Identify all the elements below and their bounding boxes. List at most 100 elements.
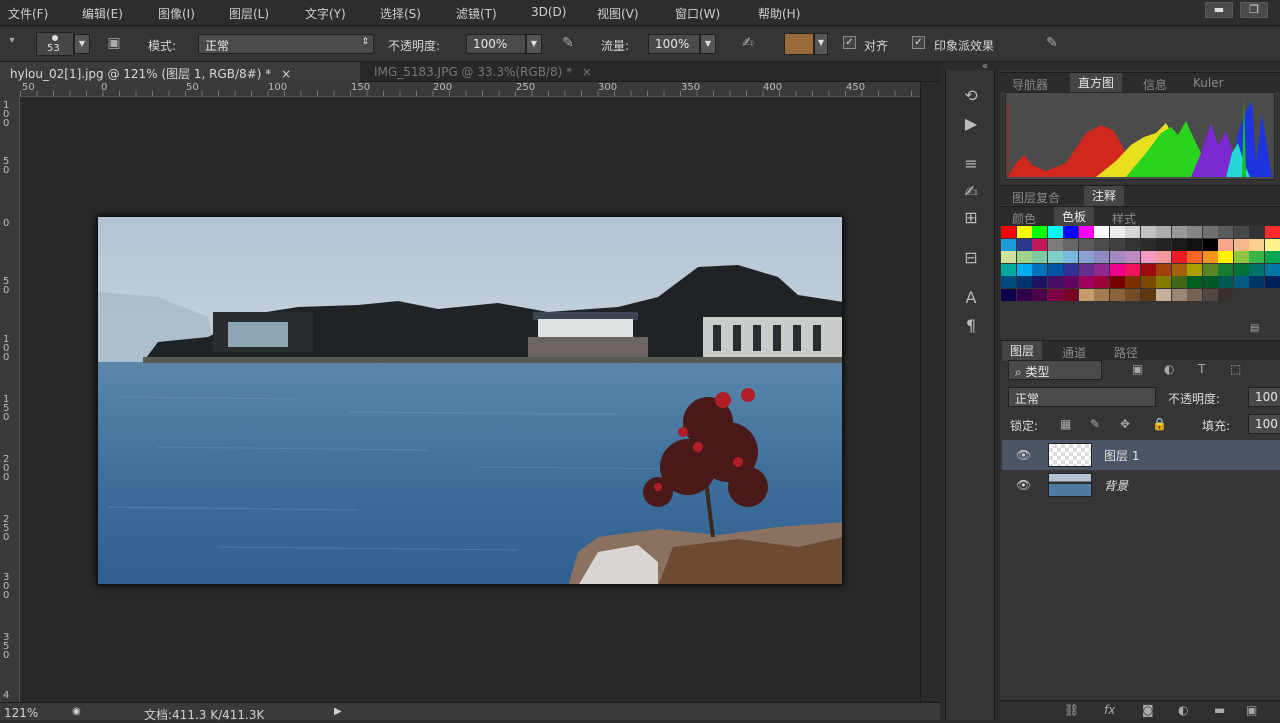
swatch-cell[interactable] [1202,226,1218,238]
swatch-cell[interactable] [1140,251,1156,263]
flow-dropdown-arrow-icon[interactable]: ▼ [700,34,716,54]
brush-preset-picker[interactable]: 53 [36,32,74,56]
tab-swatches[interactable]: 色板 [1054,207,1095,227]
minimize-button[interactable]: ▬ [1205,2,1233,18]
share-icon[interactable]: ◉ [72,706,81,717]
fill-input[interactable]: 100 [1248,414,1280,434]
tab-info[interactable]: 信息 [1143,76,1167,93]
swatch-cell[interactable] [1094,263,1109,276]
swatch-cell[interactable] [1171,251,1187,263]
swatch-cell[interactable] [1264,263,1280,276]
swatch-cell[interactable] [1016,226,1032,238]
tab-layers[interactable]: 图层 [1002,341,1043,361]
tab-channels[interactable]: 通道 [1062,344,1086,361]
swatch-cell[interactable] [1156,251,1171,263]
paragraph-icon[interactable]: ¶ [958,316,984,338]
swatches-grid[interactable] [1000,225,1280,309]
document-image[interactable] [97,216,843,585]
swatch-cell[interactable] [1047,226,1063,238]
tab-histogram[interactable]: 直方图 [1070,73,1123,93]
pressure-opacity-icon[interactable]: ✎ [558,35,578,53]
swatch-cell[interactable] [1171,226,1187,238]
swatch-cell[interactable] [1032,251,1047,263]
swatch-cell[interactable] [1109,251,1125,263]
swatch-cell[interactable] [1016,263,1032,276]
swatch-cell[interactable] [1125,288,1140,301]
add-mask-icon[interactable]: ◙ [1142,703,1154,717]
swatch-cell[interactable] [1078,251,1094,263]
swatch-cell[interactable] [1187,238,1202,251]
collapse-panels-icon[interactable]: « [982,61,988,72]
menu-help[interactable]: 帮助(H) [758,5,800,22]
swatch-cell[interactable] [1140,226,1156,238]
panel-menu-icon[interactable]: ▤ [1250,323,1259,334]
swatch-cell[interactable] [1063,238,1078,251]
swatch-cell[interactable] [1063,263,1078,276]
swatch-cell[interactable] [1063,251,1078,263]
swatch-cell[interactable] [1001,276,1016,288]
swatch-cell[interactable] [1125,238,1140,251]
menu-view[interactable]: 视图(V) [597,5,639,22]
lock-pixels-icon[interactable]: ✎ [1090,417,1100,431]
swatch-cell[interactable] [1063,226,1078,238]
swatch-cell[interactable] [1264,238,1280,251]
swatch-cell[interactable] [1078,238,1094,251]
tab-navigator[interactable]: 导航器 [1012,76,1048,93]
swatch-cell[interactable] [1202,276,1218,288]
status-menu-arrow-icon[interactable]: ▶ [334,706,342,717]
flow-input[interactable]: 100% [648,34,700,54]
swatch-cell[interactable] [1001,251,1016,263]
swatch-cell[interactable] [1047,251,1063,263]
restore-button[interactable]: ❐ [1240,2,1268,18]
swatch-cell[interactable] [1032,238,1047,251]
swatch-cell[interactable] [1016,238,1032,251]
swatch-cell[interactable] [1156,276,1171,288]
eye-icon[interactable]: 👁 [1016,448,1031,462]
swatch-cell[interactable] [1218,251,1233,263]
swatch-cell[interactable] [1078,263,1094,276]
actions-play-icon[interactable]: ▶ [958,114,984,136]
swatch-cell[interactable] [1109,263,1125,276]
shape-filter-icon[interactable]: ⬚ [1230,362,1241,376]
adjustments-icon[interactable]: ≡ [958,154,984,176]
eye-icon[interactable]: 👁 [1016,478,1031,492]
swatch-cell[interactable] [1171,276,1187,288]
tab-layer-comps[interactable]: 图层复合 [1012,189,1060,206]
swatch-cell[interactable] [1109,226,1125,238]
brush-presets-icon[interactable]: ✍ [958,182,984,204]
menu-image[interactable]: 图像(I) [158,5,195,22]
brush-panel-toggle-icon[interactable]: ▣ [104,35,124,53]
impressionist-checkbox[interactable]: ✓ [912,36,925,49]
layer-filter-select[interactable]: ⌕ 类型 [1008,360,1102,380]
layer-opacity-input[interactable]: 100 [1248,387,1280,407]
swatch-cell[interactable] [1249,238,1264,251]
mode-select[interactable]: 正常 ⇕ [198,34,374,54]
swatch-cell[interactable] [1094,288,1109,301]
swatch-cell[interactable] [1249,251,1264,263]
swatch-cell[interactable] [1078,276,1094,288]
swatch-cell[interactable] [1094,276,1109,288]
menu-filter[interactable]: 滤镜(T) [456,5,497,22]
swatch-cell[interactable] [1001,238,1016,251]
swatch-cell[interactable] [1140,238,1156,251]
swatch-cell[interactable] [1218,263,1233,276]
swatch-cell[interactable] [1032,288,1047,301]
lock-position-icon[interactable]: ✥ [1120,417,1130,431]
swatch-cell[interactable] [1094,226,1109,238]
swatch-cell[interactable] [1202,263,1218,276]
swatch-cell[interactable] [1156,226,1171,238]
layer-name[interactable]: 图层 1 [1104,447,1139,464]
opacity-input[interactable]: 100% [466,34,526,54]
menu-layer[interactable]: 图层(L) [229,5,269,22]
swatch-cell[interactable] [1218,226,1233,238]
pixel-filter-icon[interactable]: ▣ [1132,362,1143,376]
tool-preset-dropdown-icon[interactable]: ▾ [2,35,22,53]
fx-icon[interactable]: fx [1104,703,1115,717]
layer-row-layer1[interactable]: 👁 图层 1 [1002,440,1280,470]
swatch-cell[interactable] [1032,226,1047,238]
zoom-level[interactable]: 121% [4,706,38,720]
swatch-cell[interactable] [1156,263,1171,276]
airbrush-icon[interactable]: ✍ [738,35,758,53]
swatch-cell[interactable] [1125,276,1140,288]
swatch-cell[interactable] [1047,263,1063,276]
